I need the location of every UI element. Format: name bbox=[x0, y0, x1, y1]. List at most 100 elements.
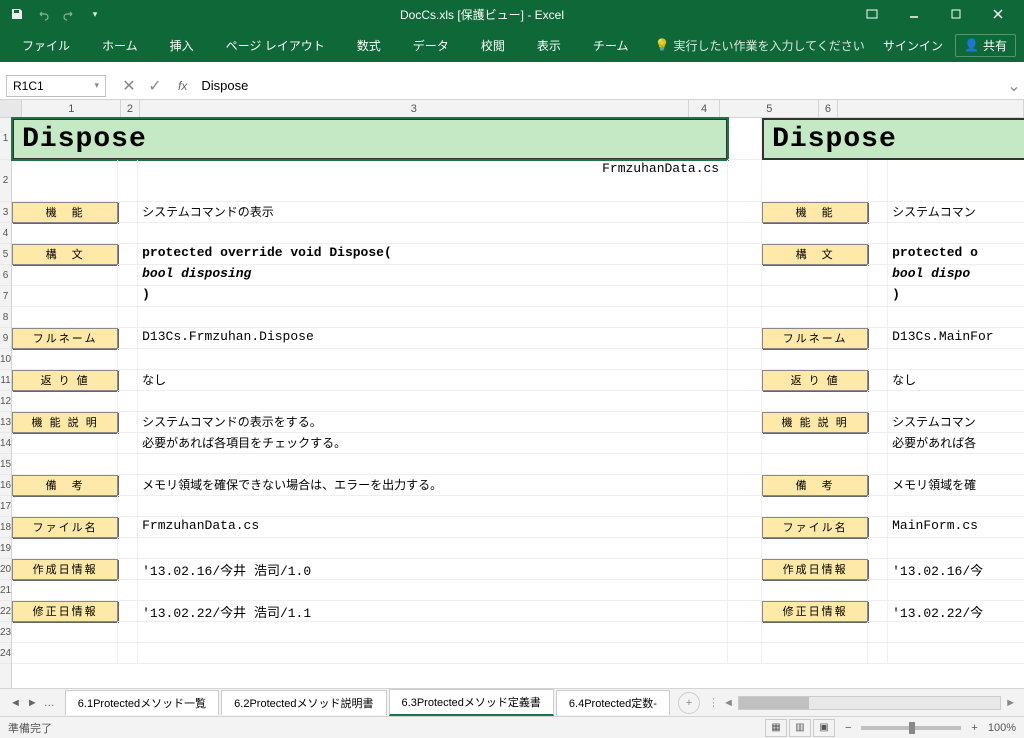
cell[interactable]: MainForm.cs bbox=[888, 517, 1024, 538]
tab-review[interactable]: 校閲 bbox=[467, 31, 519, 60]
close-icon[interactable] bbox=[978, 2, 1018, 26]
cell[interactable]: bool dispo bbox=[888, 265, 1024, 286]
cell[interactable] bbox=[138, 454, 728, 475]
cell[interactable] bbox=[118, 265, 138, 286]
cell[interactable] bbox=[118, 454, 138, 475]
cell[interactable] bbox=[868, 307, 888, 328]
cell[interactable]: なし bbox=[888, 370, 1024, 391]
col-header[interactable] bbox=[838, 100, 1024, 117]
cell[interactable] bbox=[868, 643, 888, 664]
label-func[interactable]: 機 能 bbox=[12, 202, 118, 223]
cell[interactable] bbox=[868, 454, 888, 475]
label-desc[interactable]: 機 能 説 明 bbox=[12, 412, 118, 433]
cell[interactable] bbox=[762, 349, 868, 370]
cell[interactable] bbox=[868, 391, 888, 412]
signin-link[interactable]: サインイン bbox=[883, 37, 943, 54]
cell[interactable]: なし bbox=[138, 370, 728, 391]
cell[interactable] bbox=[728, 160, 762, 202]
cell[interactable] bbox=[728, 538, 762, 559]
cell[interactable] bbox=[118, 601, 138, 622]
cell[interactable] bbox=[868, 475, 888, 496]
cell[interactable] bbox=[868, 580, 888, 601]
row-header[interactable]: 21 bbox=[0, 580, 11, 601]
cell[interactable] bbox=[138, 223, 728, 244]
row-header[interactable]: 23 bbox=[0, 622, 11, 643]
col-header[interactable]: 3 bbox=[140, 100, 689, 117]
row-header[interactable]: 3 bbox=[0, 202, 11, 223]
row-header[interactable]: 12 bbox=[0, 391, 11, 412]
zoom-thumb[interactable] bbox=[909, 722, 915, 734]
row-header[interactable]: 5 bbox=[0, 244, 11, 265]
cell[interactable] bbox=[868, 223, 888, 244]
cell[interactable] bbox=[888, 580, 1024, 601]
cell[interactable] bbox=[888, 391, 1024, 412]
cell[interactable] bbox=[118, 475, 138, 496]
cell[interactable] bbox=[118, 328, 138, 349]
label-file[interactable]: ファイル名 bbox=[12, 517, 118, 538]
sheet-tab[interactable]: 6.2Protectedメソッド説明書 bbox=[221, 690, 386, 715]
cell[interactable] bbox=[728, 475, 762, 496]
cell[interactable] bbox=[762, 160, 868, 202]
scroll-track[interactable] bbox=[738, 696, 1001, 710]
cell[interactable] bbox=[118, 496, 138, 517]
cell[interactable] bbox=[728, 118, 762, 160]
cell[interactable] bbox=[868, 370, 888, 391]
cell[interactable]: 必要があれば各 bbox=[888, 433, 1024, 454]
cell[interactable] bbox=[728, 622, 762, 643]
cell[interactable] bbox=[728, 559, 762, 580]
row-header[interactable]: 8 bbox=[0, 307, 11, 328]
tab-insert[interactable]: 挿入 bbox=[156, 31, 208, 60]
fx-icon[interactable]: fx bbox=[178, 79, 195, 93]
row-header[interactable]: 16 bbox=[0, 475, 11, 496]
cell[interactable] bbox=[138, 538, 728, 559]
tab-team[interactable]: チーム bbox=[579, 31, 643, 60]
cell[interactable] bbox=[728, 244, 762, 265]
cell[interactable]: protected override void Dispose( bbox=[138, 244, 728, 265]
col-header[interactable]: 4 bbox=[689, 100, 721, 117]
label-fullname[interactable]: フルネーム bbox=[12, 328, 118, 349]
cell[interactable]: メモリ領域を確 bbox=[888, 475, 1024, 496]
cell[interactable] bbox=[868, 160, 888, 202]
zoom-slider[interactable] bbox=[861, 726, 961, 730]
cell[interactable] bbox=[118, 622, 138, 643]
cell[interactable] bbox=[762, 643, 868, 664]
cell[interactable] bbox=[728, 286, 762, 307]
select-all-corner[interactable] bbox=[0, 100, 22, 117]
cell[interactable]: '13.02.16/今 bbox=[888, 559, 1024, 580]
cell[interactable] bbox=[888, 223, 1024, 244]
title-cell-a[interactable]: Dispose bbox=[12, 118, 728, 160]
cell[interactable] bbox=[118, 412, 138, 433]
label-fullname[interactable]: フルネーム bbox=[762, 328, 868, 349]
cell[interactable]: ) bbox=[888, 286, 1024, 307]
cell[interactable] bbox=[762, 622, 868, 643]
row-header[interactable]: 4 bbox=[0, 223, 11, 244]
maximize-icon[interactable] bbox=[936, 2, 976, 26]
cell[interactable] bbox=[728, 412, 762, 433]
cell[interactable] bbox=[762, 286, 868, 307]
cell[interactable] bbox=[762, 265, 868, 286]
tab-view[interactable]: 表示 bbox=[523, 31, 575, 60]
name-box[interactable]: R1C1 ▾ bbox=[6, 75, 106, 97]
label-modified[interactable]: 修正日情報 bbox=[762, 601, 868, 622]
cell[interactable] bbox=[12, 160, 118, 202]
cell[interactable] bbox=[868, 601, 888, 622]
zoom-level[interactable]: 100% bbox=[988, 722, 1016, 734]
label-return[interactable]: 返 り 値 bbox=[12, 370, 118, 391]
cell[interactable] bbox=[888, 538, 1024, 559]
cell[interactable] bbox=[118, 370, 138, 391]
view-normal-icon[interactable]: ▦ bbox=[765, 719, 787, 737]
cell[interactable] bbox=[12, 538, 118, 559]
label-created[interactable]: 作成日情報 bbox=[12, 559, 118, 580]
cell[interactable] bbox=[138, 391, 728, 412]
cell[interactable] bbox=[12, 622, 118, 643]
enter-icon[interactable]: ✓ bbox=[146, 76, 164, 96]
cell[interactable] bbox=[728, 202, 762, 223]
subtitle-cell[interactable]: FrmzuhanData.cs bbox=[138, 160, 728, 202]
tab-next-icon[interactable]: ► bbox=[27, 697, 38, 709]
cell[interactable] bbox=[762, 307, 868, 328]
cell[interactable] bbox=[762, 538, 868, 559]
redo-icon[interactable] bbox=[60, 5, 78, 23]
formula-input[interactable] bbox=[195, 75, 1004, 97]
cell[interactable] bbox=[868, 433, 888, 454]
label-syntax[interactable]: 構 文 bbox=[762, 244, 868, 265]
